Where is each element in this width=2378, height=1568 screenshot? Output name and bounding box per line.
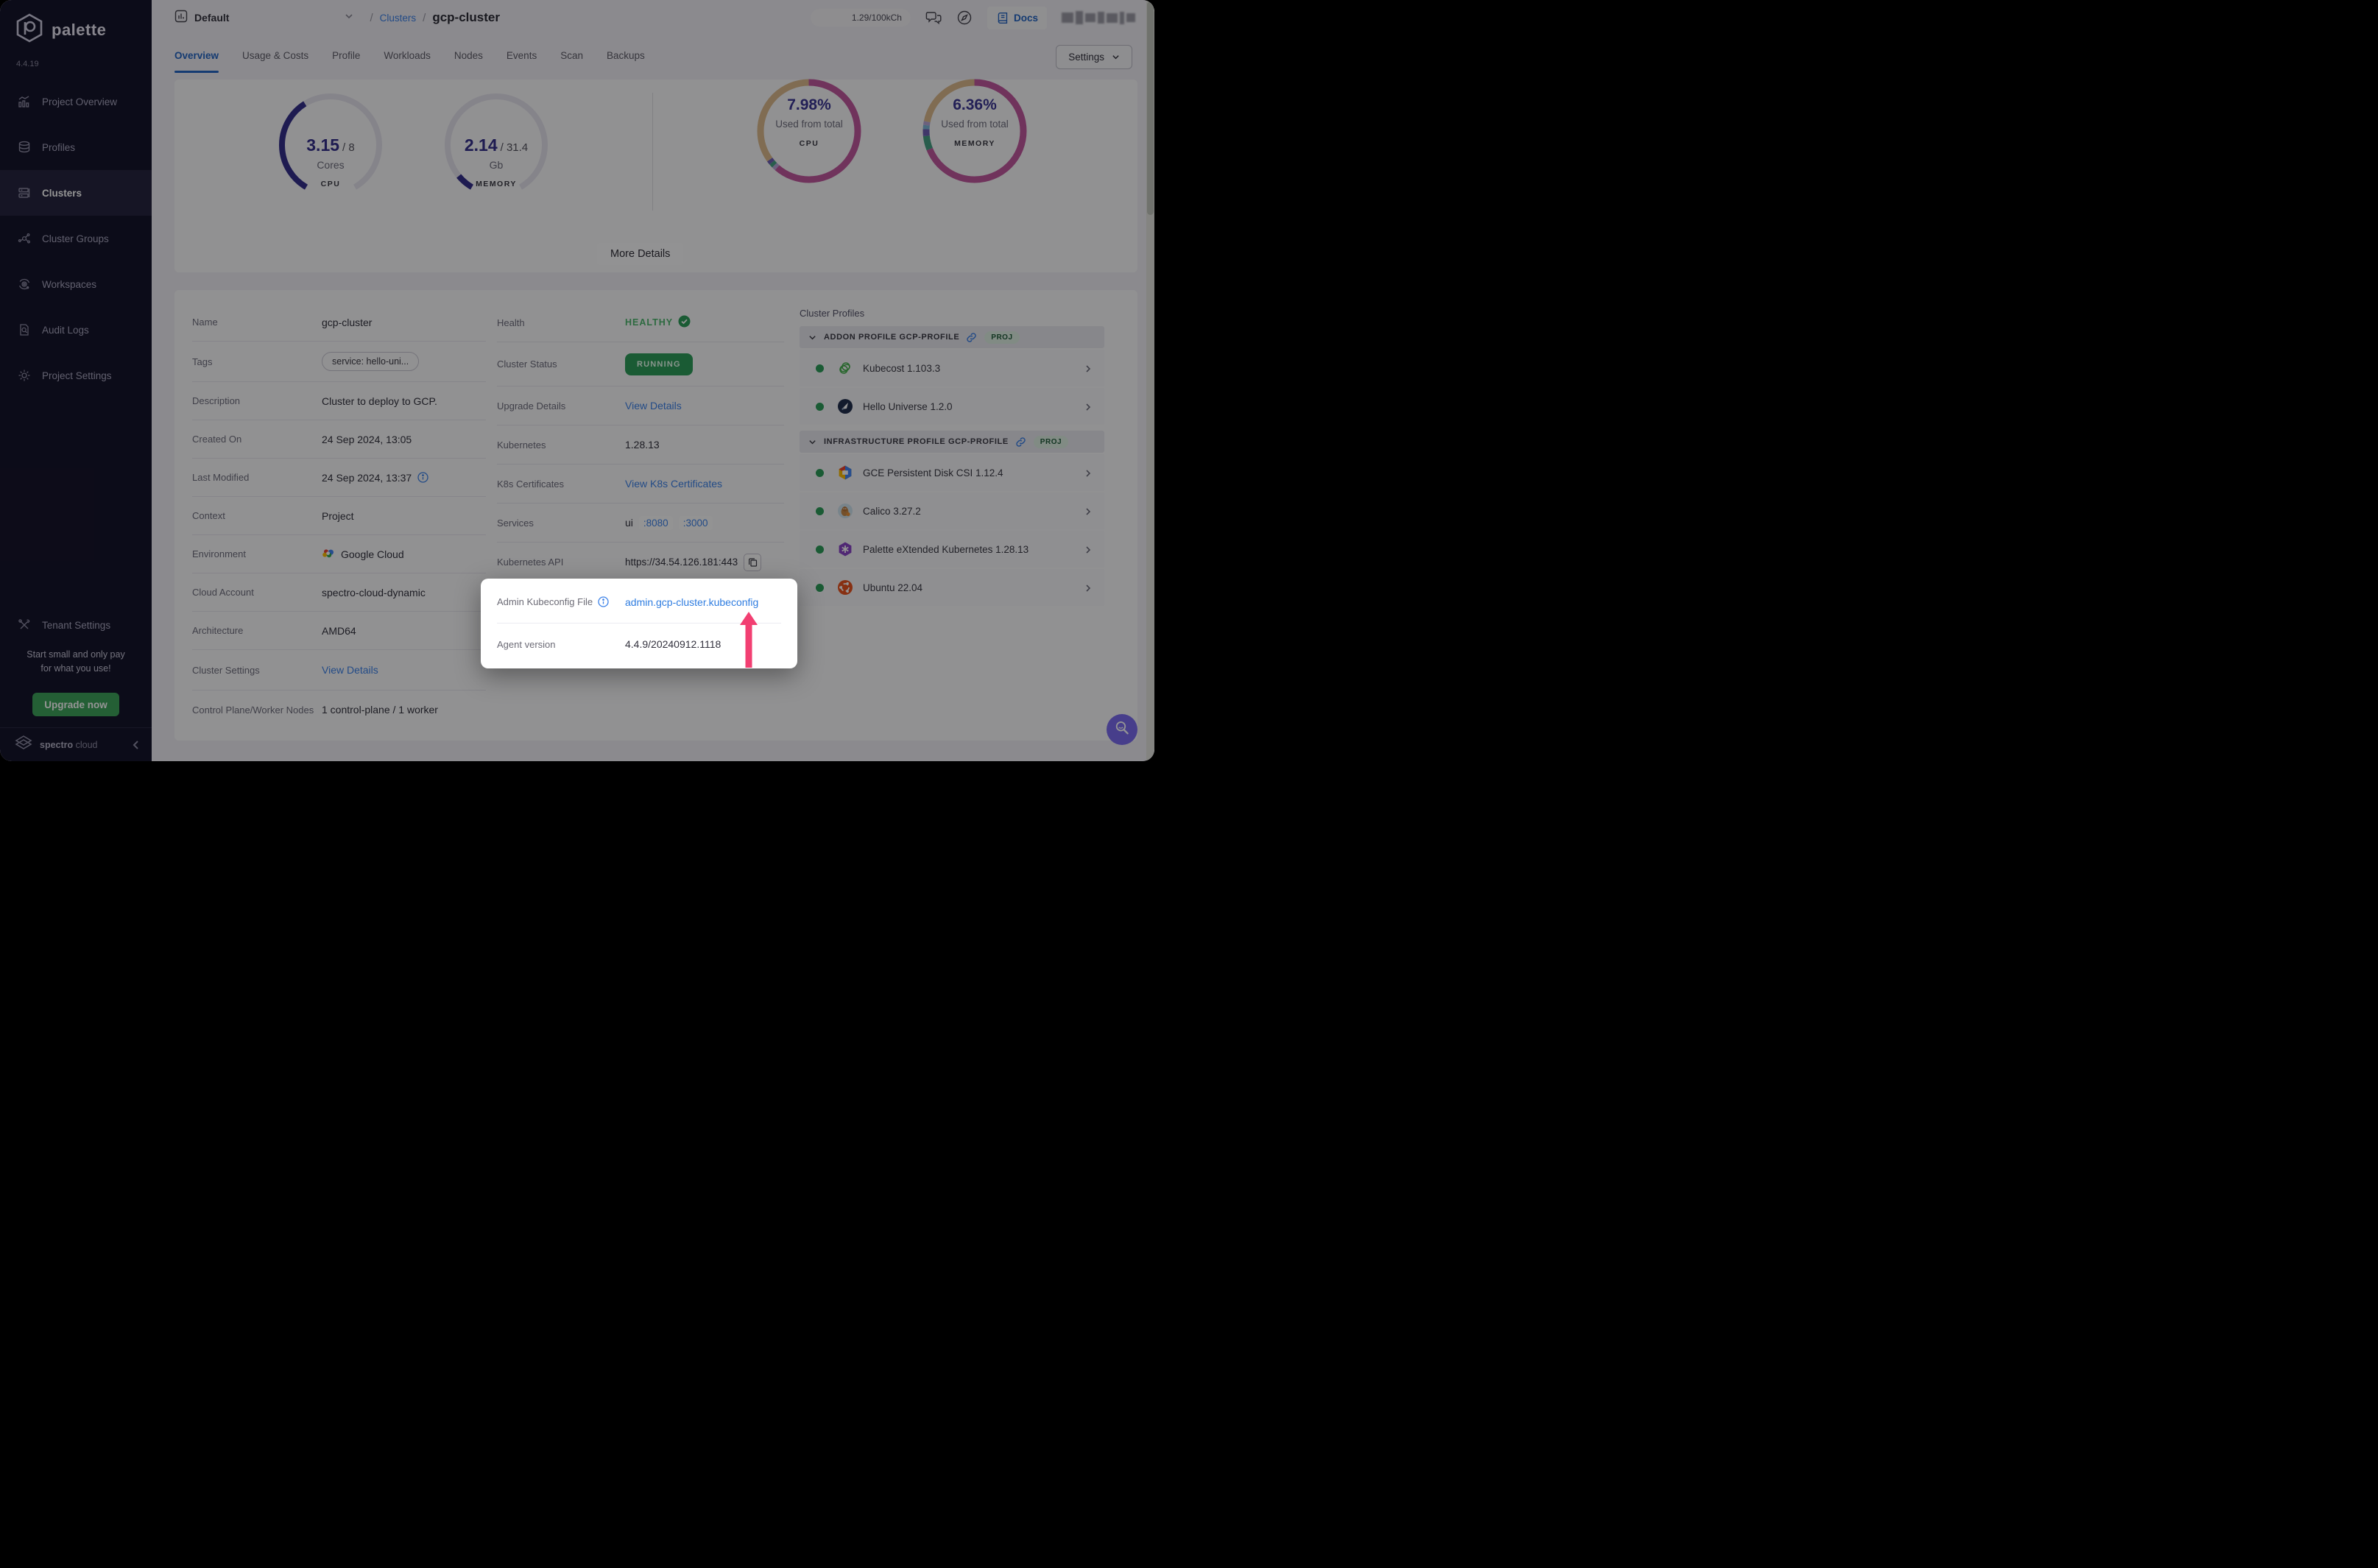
admin-kubeconfig-download-link[interactable]: admin.gcp-cluster.kubeconfig bbox=[625, 596, 758, 608]
pointer-arrow bbox=[738, 612, 760, 671]
info-icon[interactable] bbox=[598, 596, 609, 607]
app-window: palette 4.4.19 Project Overview Profiles bbox=[0, 0, 1154, 761]
